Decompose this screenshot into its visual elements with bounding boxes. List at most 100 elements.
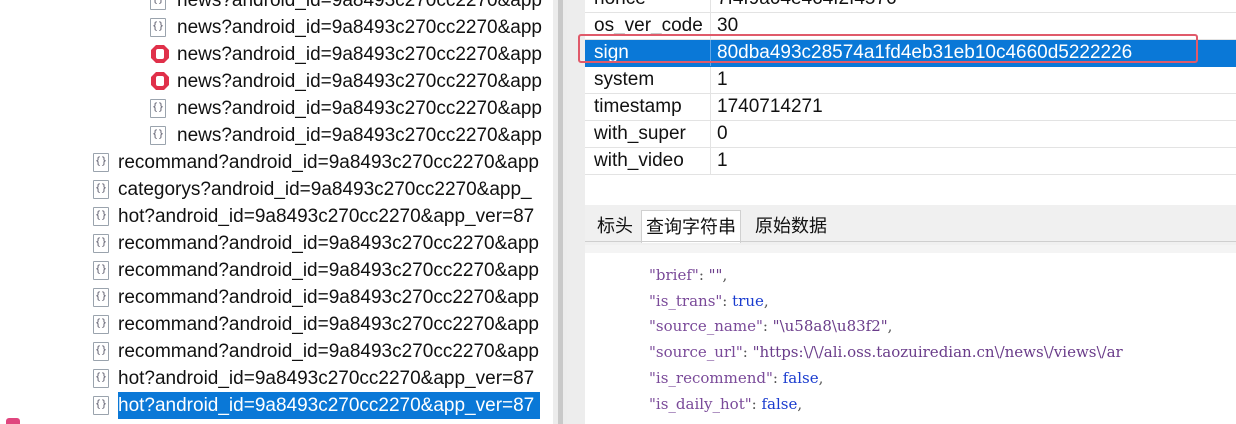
status-marker	[6, 418, 20, 424]
request-tree-item[interactable]: {} news?android_id=9a8493c270cc2270&app	[0, 95, 553, 122]
request-tree-item[interactable]: {} news?android_id=9a8493c270cc2270&app	[0, 122, 553, 149]
request-tree-item[interactable]: {} recommand?android_id=9a8493c270cc2270&…	[0, 230, 553, 257]
json-line: "is_trans": true,	[649, 288, 769, 314]
tab-raw-data[interactable]: 原始数据	[751, 210, 831, 242]
json-line: "source_url": "https:\/\/ali.oss.taozuir…	[649, 339, 1123, 365]
json-value: false	[782, 368, 819, 387]
detail-gutter	[567, 0, 585, 424]
request-tree-item[interactable]: {} categorys?android_id=9a8493c270cc2270&…	[0, 176, 553, 203]
query-param-key: timestamp	[594, 96, 682, 117]
request-tree-item[interactable]: {} news?android_id=9a8493c270cc2270&app	[0, 14, 553, 41]
request-tree-item[interactable]: {} hot?android_id=9a8493c270cc2270&app_ve…	[0, 365, 553, 392]
query-param-row[interactable]: timestamp 1740714271	[585, 94, 1236, 121]
json-key: "source_url"	[649, 343, 743, 362]
request-tree-item-label: news?android_id=9a8493c270cc2270&app	[177, 125, 542, 146]
query-params-grid[interactable]: nonce7f4f9a04e464f2f4576os_ver_code30sig…	[585, 0, 1236, 175]
column-separator	[710, 148, 711, 174]
sign-highlight-box	[578, 34, 1198, 63]
column-separator	[710, 0, 711, 12]
json-key: "source_name"	[649, 317, 763, 336]
request-tree-item[interactable]: {} recommand?android_id=9a8493c270cc2270&…	[0, 257, 553, 284]
json-colon: :	[751, 394, 762, 413]
file-braces-icon: {}	[93, 234, 109, 253]
file-braces-icon: {}	[93, 369, 109, 388]
query-param-row[interactable]: with_video 1	[585, 148, 1236, 175]
json-trailing-comma: ,	[818, 368, 824, 387]
alert-icon	[150, 44, 170, 64]
request-tree-item[interactable]: {} recommand?android_id=9a8493c270cc2270&…	[0, 311, 553, 338]
query-param-key: nonce	[594, 0, 646, 12]
query-param-key: with_video	[594, 150, 684, 171]
json-value: false	[761, 394, 798, 413]
request-tree-item[interactable]: {} recommand?android_id=9a8493c270cc2270&…	[0, 149, 553, 176]
request-tree-item-label: news?android_id=9a8493c270cc2270&app	[177, 0, 542, 11]
json-trailing-comma: ,	[722, 266, 728, 284]
request-tree-item[interactable]: {} recommand?android_id=9a8493c270cc2270&…	[0, 284, 553, 311]
query-param-value: 1	[717, 150, 728, 171]
query-param-value: 7f4f9a04e464f2f4576	[717, 0, 897, 12]
file-braces-icon: {}	[150, 126, 166, 145]
column-separator	[710, 94, 711, 120]
json-key: "is_trans"	[649, 291, 723, 310]
json-colon: :	[698, 266, 709, 284]
file-braces-icon: {}	[93, 315, 109, 334]
request-tree-item-label: news?android_id=9a8493c270cc2270&app	[177, 71, 542, 92]
json-colon: :	[762, 317, 773, 336]
json-line: "is_recommend": false,	[649, 365, 823, 391]
tab-headers[interactable]: 标头	[593, 210, 637, 242]
request-tree-item-label: recommand?android_id=9a8493c270cc2270&ap…	[118, 233, 539, 254]
file-braces-icon: {}	[93, 180, 109, 199]
column-separator	[710, 121, 711, 147]
request-tree-item-label: news?android_id=9a8493c270cc2270&app	[177, 44, 542, 65]
query-param-value: 0	[717, 123, 728, 144]
json-line: "source_name": "\u58a8\u83f2",	[649, 313, 892, 339]
json-value: "https:\/\/ali.oss.taozuiredian.cn\/news…	[752, 343, 1123, 362]
splitter-bar[interactable]	[558, 0, 563, 424]
file-braces-icon: {}	[150, 18, 166, 37]
json-colon: :	[742, 343, 753, 362]
request-tree-item[interactable]: {} news?android_id=9a8493c270cc2270&app	[0, 0, 553, 14]
query-param-row[interactable]: with_super 0	[585, 121, 1236, 148]
request-tree-item-label: recommand?android_id=9a8493c270cc2270&ap…	[118, 152, 539, 173]
response-json-viewer[interactable]: "brief": "", "is_trans": true, "source_nam…	[585, 253, 1236, 424]
json-colon: :	[722, 291, 733, 310]
json-value: true	[732, 291, 764, 310]
query-param-value: 1740714271	[717, 96, 823, 117]
query-param-key: with_super	[594, 123, 686, 144]
request-tree-item-label: hot?android_id=9a8493c270cc2270&app_ver=…	[118, 392, 541, 419]
json-value: ""	[708, 266, 723, 284]
file-braces-icon: {}	[93, 342, 109, 361]
request-tree-item-label: hot?android_id=9a8493c270cc2270&app_ver=…	[118, 368, 535, 389]
request-tree-item[interactable]: {} hot?android_id=9a8493c270cc2270&app_ve…	[0, 203, 553, 230]
request-tree-item-label: recommand?android_id=9a8493c270cc2270&ap…	[118, 260, 539, 281]
tab-query-string[interactable]: 查询字符串	[641, 210, 741, 243]
request-tree-item-label: hot?android_id=9a8493c270cc2270&app_ver=…	[118, 206, 535, 227]
json-line: "brief": "",	[649, 262, 727, 288]
request-tree-panel[interactable]: {} news?android_id=9a8493c270cc2270&app {}…	[0, 0, 553, 424]
panel-splitter[interactable]	[553, 0, 567, 424]
query-param-row[interactable]: system 1	[585, 67, 1236, 94]
json-trailing-comma: ,	[763, 291, 769, 310]
request-tree-item-label: news?android_id=9a8493c270cc2270&app	[177, 17, 542, 38]
request-tree-item[interactable]: {} hot?android_id=9a8493c270cc2270&app_ve…	[0, 392, 553, 419]
request-tree-item-label: recommand?android_id=9a8493c270cc2270&ap…	[118, 287, 539, 308]
json-key: "brief"	[649, 266, 699, 284]
alert-icon	[150, 71, 170, 91]
tabs-divider	[585, 241, 1236, 242]
request-tree-item[interactable]: news?android_id=9a8493c270cc2270&app	[0, 41, 553, 68]
request-tree-item[interactable]: {} recommand?android_id=9a8493c270cc2270&…	[0, 338, 553, 365]
file-braces-icon: {}	[93, 288, 109, 307]
json-trailing-comma: ,	[797, 394, 803, 413]
query-param-row[interactable]: nonce 7f4f9a04e464f2f4576	[585, 0, 1236, 13]
request-tree-item[interactable]: news?android_id=9a8493c270cc2270&app	[0, 68, 553, 95]
file-braces-icon: {}	[150, 99, 166, 118]
file-braces-icon: {}	[150, 0, 166, 10]
tabs-gap	[585, 245, 1236, 253]
file-braces-icon: {}	[93, 153, 109, 172]
file-braces-icon: {}	[93, 396, 109, 415]
request-tree-item-label: categorys?android_id=9a8493c270cc2270&ap…	[118, 179, 532, 200]
file-braces-icon: {}	[93, 261, 109, 280]
json-line: "is_daily_hot": false,	[649, 391, 802, 417]
request-tree-item-label: recommand?android_id=9a8493c270cc2270&ap…	[118, 341, 539, 362]
query-param-value: 1	[717, 69, 728, 90]
